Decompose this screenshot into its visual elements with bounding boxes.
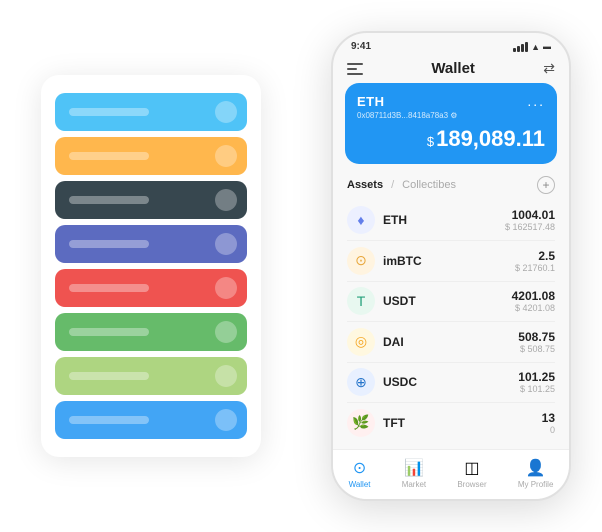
asset-amounts: 508.75$ 508.75	[518, 330, 555, 354]
tab-assets[interactable]: Assets	[347, 179, 383, 191]
nav-item-wallet[interactable]: ⊙ Wallet	[349, 458, 371, 489]
hamburger-button[interactable]	[347, 63, 363, 75]
asset-item-tft[interactable]: 🌿 TFT 130	[333, 403, 569, 443]
nav-label: Market	[402, 480, 426, 489]
asset-item-imbtc[interactable]: ⊙ imBTC 2.5$ 21760.1	[333, 241, 569, 281]
card-stack	[41, 75, 261, 457]
asset-usd: 0	[542, 425, 555, 435]
asset-amount: 2.5	[515, 249, 555, 263]
nav-browser-icon: ◫	[464, 458, 479, 478]
wallet-card-label: ETH	[357, 94, 385, 109]
card-row	[55, 93, 247, 131]
asset-item-usdt[interactable]: T USDT 4201.08$ 4201.08	[333, 281, 569, 321]
asset-amount: 13	[542, 411, 555, 425]
nav-my-profile-icon: 👤	[526, 458, 546, 478]
asset-item-eth[interactable]: ♦ ETH 1004.01$ 162517.48	[333, 200, 569, 240]
bottom-nav: ⊙ Wallet 📊 Market ◫ Browser 👤 My Profile	[333, 449, 569, 499]
asset-item-usdc[interactable]: ⊕ USDC 101.25$ 101.25	[333, 362, 569, 402]
dai-icon: ◎	[347, 328, 375, 356]
asset-usd: $ 508.75	[518, 344, 555, 354]
nav-market-icon: 📊	[404, 458, 424, 478]
nav-wallet-icon: ⊙	[353, 458, 366, 478]
asset-usd: $ 162517.48	[505, 222, 555, 232]
asset-name: USDC	[383, 375, 510, 389]
dots-menu[interactable]: ...	[527, 93, 545, 109]
tab-collectibles[interactable]: Collectibes	[402, 179, 456, 191]
battery-icon: ▬	[543, 42, 551, 51]
asset-name: imBTC	[383, 254, 507, 268]
card-row	[55, 225, 247, 263]
imbtc-icon: ⊙	[347, 247, 375, 275]
status-bar: 9:41 ▲ ▬	[333, 33, 569, 56]
card-row	[55, 357, 247, 395]
expand-icon[interactable]: ⇄	[543, 60, 555, 77]
nav-item-market[interactable]: 📊 Market	[402, 458, 426, 489]
assets-tabs: Assets / Collectibes	[347, 179, 456, 191]
add-asset-button[interactable]: +	[537, 176, 555, 194]
card-row	[55, 313, 247, 351]
asset-amount: 508.75	[518, 330, 555, 344]
asset-name: TFT	[383, 416, 534, 430]
tft-icon: 🌿	[347, 409, 375, 437]
card-row	[55, 181, 247, 219]
asset-name: DAI	[383, 335, 510, 349]
scene: 9:41 ▲ ▬ Wallet ⇄	[21, 21, 581, 511]
nav-item-browser[interactable]: ◫ Browser	[457, 458, 486, 489]
asset-item-dai[interactable]: ◎ DAI 508.75$ 508.75	[333, 322, 569, 362]
wifi-icon: ▲	[531, 42, 540, 52]
asset-amounts: 130	[542, 411, 555, 435]
asset-usd: $ 21760.1	[515, 263, 555, 273]
phone-frame: 9:41 ▲ ▬ Wallet ⇄	[331, 31, 571, 501]
balance-currency: $	[427, 134, 434, 149]
asset-amount: 1004.01	[505, 208, 555, 222]
asset-amounts: 101.25$ 101.25	[518, 370, 555, 394]
asset-name: ETH	[383, 213, 497, 227]
wallet-balance: $189,089.11	[357, 126, 545, 152]
nav-label: Browser	[457, 480, 486, 489]
eth-icon: ♦	[347, 206, 375, 234]
asset-amount: 4201.08	[512, 289, 555, 303]
usdt-icon: T	[347, 287, 375, 315]
card-row	[55, 269, 247, 307]
page-title: Wallet	[431, 60, 475, 77]
asset-amounts: 4201.08$ 4201.08	[512, 289, 555, 313]
asset-usd: $ 4201.08	[512, 303, 555, 313]
tab-divider: /	[391, 179, 394, 191]
nav-label: My Profile	[518, 480, 554, 489]
asset-amounts: 1004.01$ 162517.48	[505, 208, 555, 232]
status-time: 9:41	[351, 41, 371, 52]
wallet-card: ETH ... 0x08711d3B...8418a78a3 ⚙ $189,08…	[345, 83, 557, 164]
status-icons: ▲ ▬	[513, 42, 551, 52]
wallet-address: 0x08711d3B...8418a78a3 ⚙	[357, 111, 545, 120]
assets-header: Assets / Collectibes +	[333, 172, 569, 200]
asset-name: USDT	[383, 294, 504, 308]
asset-list: ♦ ETH 1004.01$ 162517.48 ⊙ imBTC 2.5$ 21760.1…	[333, 200, 569, 449]
phone-header: Wallet ⇄	[333, 56, 569, 83]
nav-item-my-profile[interactable]: 👤 My Profile	[518, 458, 554, 489]
card-row	[55, 137, 247, 175]
asset-amount: 101.25	[518, 370, 555, 384]
usdc-icon: ⊕	[347, 368, 375, 396]
asset-amounts: 2.5$ 21760.1	[515, 249, 555, 273]
nav-label: Wallet	[349, 480, 371, 489]
balance-amount: 189,089.11	[436, 126, 545, 151]
asset-usd: $ 101.25	[518, 384, 555, 394]
card-row	[55, 401, 247, 439]
signal-icon	[513, 42, 528, 52]
